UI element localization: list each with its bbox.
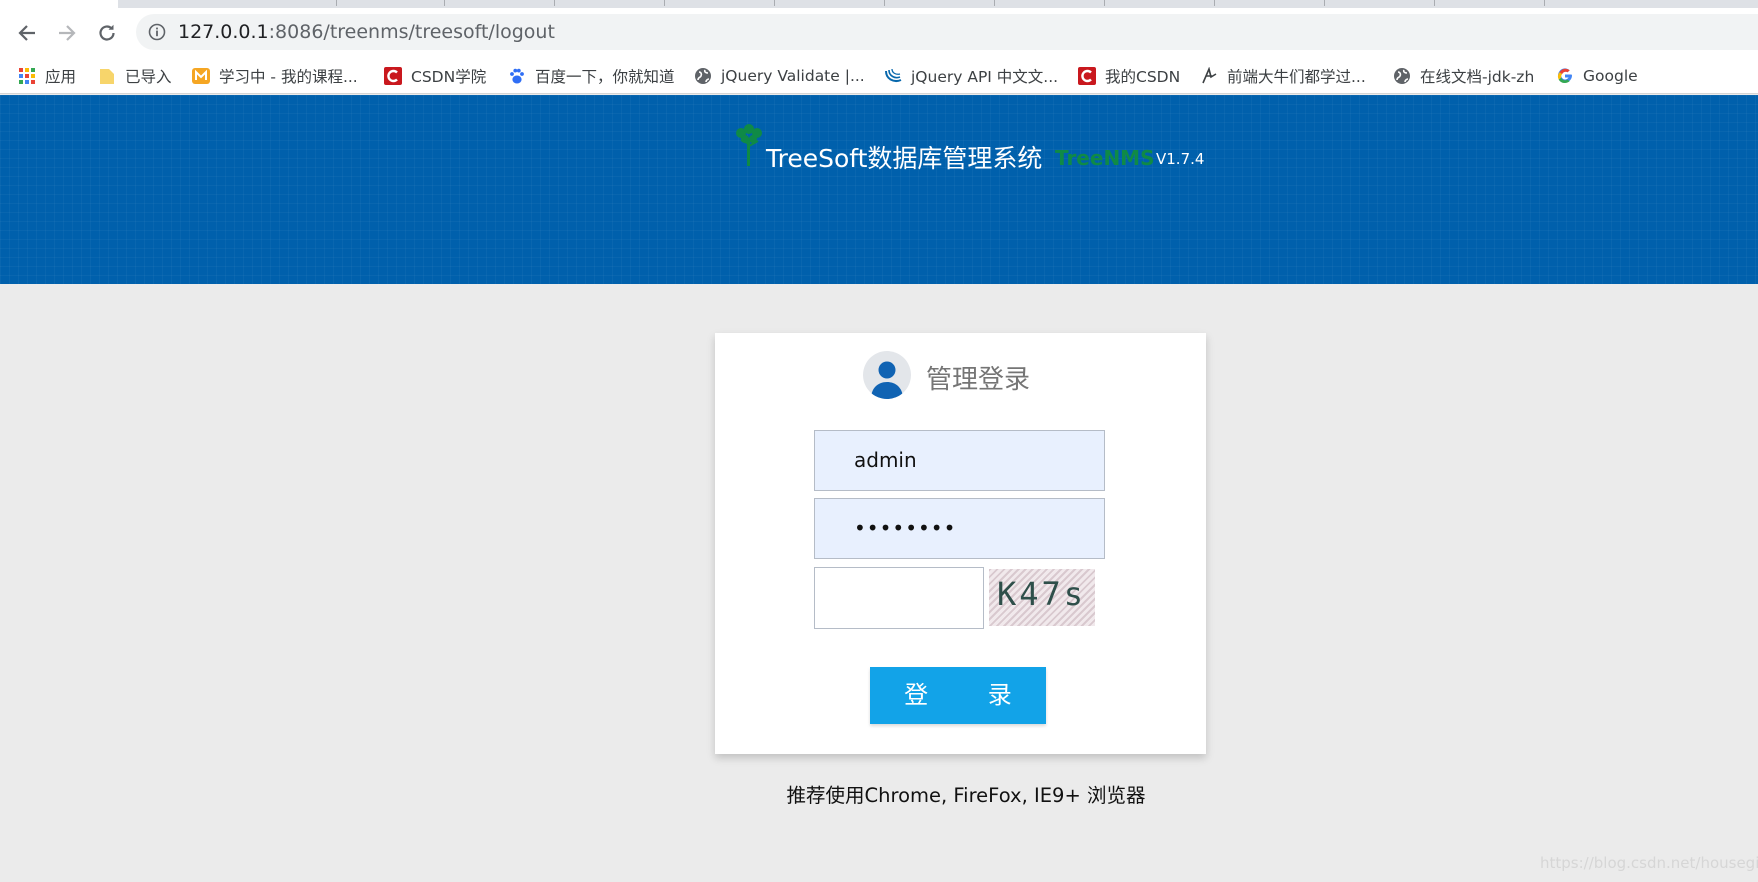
login-title: 管理登录: [926, 365, 1031, 395]
header-banner: [0, 95, 1758, 284]
bookmark-label: 百度一下，你就知道: [535, 68, 675, 86]
google-icon: [1556, 67, 1574, 85]
address-bar[interactable]: 127.0.0.1:8086/treenms/treesoft/logout: [136, 14, 1758, 50]
system-version: V1.7.4: [1156, 150, 1205, 168]
tab-strip: [0, 0, 1758, 8]
jquery-icon: [884, 67, 902, 85]
tab-separator: [444, 0, 445, 6]
username-input[interactable]: admin: [814, 430, 1105, 491]
mooc-icon: [192, 67, 210, 85]
csdn-icon: [384, 67, 402, 85]
captcha-text: K47s: [997, 575, 1087, 613]
bookmark-apps[interactable]: 应用: [18, 65, 76, 87]
bookmark-jquery-api[interactable]: jQuery API 中文文...: [884, 65, 1058, 87]
bookmark-mooc[interactable]: 学习中 - 我的课程...: [192, 65, 358, 87]
tab-separator: [774, 0, 775, 6]
bookmark-google[interactable]: Google: [1556, 65, 1638, 87]
tree-logo-icon: [736, 124, 762, 166]
tab-separator: [1544, 0, 1545, 6]
back-button[interactable]: [12, 18, 42, 48]
bird-icon: [1200, 67, 1218, 85]
browser-recommendation: 推荐使用Chrome, FireFox, IE9+ 浏览器: [786, 784, 1146, 807]
baidu-paw-icon: [508, 67, 526, 85]
url-path: :8086/treenms/treesoft/logout: [268, 21, 555, 43]
system-title: TreeSoft数据库管理系统: [766, 144, 1043, 173]
url-text[interactable]: 127.0.0.1:8086/treenms/treesoft/logout: [178, 21, 555, 43]
bookmark-jquery-validate[interactable]: jQuery Validate |...: [694, 65, 865, 87]
globe-icon: [1393, 67, 1411, 85]
bookmark-label: Google: [1583, 67, 1638, 85]
password-input[interactable]: ••••••••: [814, 498, 1105, 559]
tab-separator: [336, 0, 337, 6]
reload-icon: [99, 24, 115, 41]
captcha-image[interactable]: K47s: [989, 569, 1095, 626]
csdn-icon: [1078, 67, 1096, 85]
bookmark-label: jQuery Validate |...: [721, 67, 865, 85]
bookmarks-bar: 应用 已导入 学习中 - 我的课程... CSDN学院 百度一下，你就知道 jQ…: [0, 56, 1758, 94]
bookmark-label: 我的CSDN: [1105, 68, 1181, 86]
back-arrow-icon: [18, 25, 35, 41]
bookmark-jdk-docs[interactable]: 在线文档-jdk-zh: [1393, 65, 1534, 87]
user-avatar-icon: [863, 351, 911, 399]
tab-separator: [1214, 0, 1215, 6]
tab-active[interactable]: [0, 0, 118, 8]
reload-button[interactable]: [92, 18, 122, 48]
tab-separator: [1104, 0, 1105, 6]
forward-arrow-icon: [59, 25, 76, 41]
system-subtitle: TreeNMS: [1055, 146, 1155, 170]
bookmark-csdn-college[interactable]: CSDN学院: [384, 65, 486, 87]
tab-separator: [554, 0, 555, 6]
watermark: https://blog.csdn.net/housegirl: [1540, 854, 1758, 872]
login-button[interactable]: 登 录: [870, 667, 1046, 724]
tab-separator: [1434, 0, 1435, 6]
site-info-icon[interactable]: [148, 23, 166, 41]
bookmark-baidu[interactable]: 百度一下，你就知道: [508, 65, 675, 87]
bookmark-label: 已导入: [125, 68, 172, 86]
bookmark-label: CSDN学院: [411, 68, 487, 86]
tab-separator: [664, 0, 665, 6]
tab-separator: [884, 0, 885, 6]
folder-icon: [98, 67, 116, 85]
bookmark-imported[interactable]: 已导入: [98, 65, 172, 87]
bookmark-label: jQuery API 中文文...: [911, 68, 1059, 86]
bookmark-label: 在线文档-jdk-zh: [1420, 68, 1535, 86]
bookmark-frontend[interactable]: 前端大牛们都学过...: [1200, 65, 1366, 87]
bookmark-label: 前端大牛们都学过...: [1227, 68, 1366, 86]
login-card: 管理登录 admin •••••••• K47s 登 录: [715, 333, 1206, 754]
tab-separator: [1324, 0, 1325, 6]
url-host: 127.0.0.1: [178, 21, 269, 43]
captcha-input[interactable]: [814, 567, 984, 629]
browser-toolbar: 127.0.0.1:8086/treenms/treesoft/logout: [0, 8, 1758, 56]
bookmark-label: 应用: [45, 68, 77, 86]
apps-grid-icon: [18, 67, 36, 85]
bookmark-label: 学习中 - 我的课程...: [219, 68, 358, 86]
globe-icon: [694, 67, 712, 85]
bookmark-my-csdn[interactable]: 我的CSDN: [1078, 65, 1180, 87]
forward-button[interactable]: [52, 18, 82, 48]
tab-separator: [994, 0, 995, 6]
